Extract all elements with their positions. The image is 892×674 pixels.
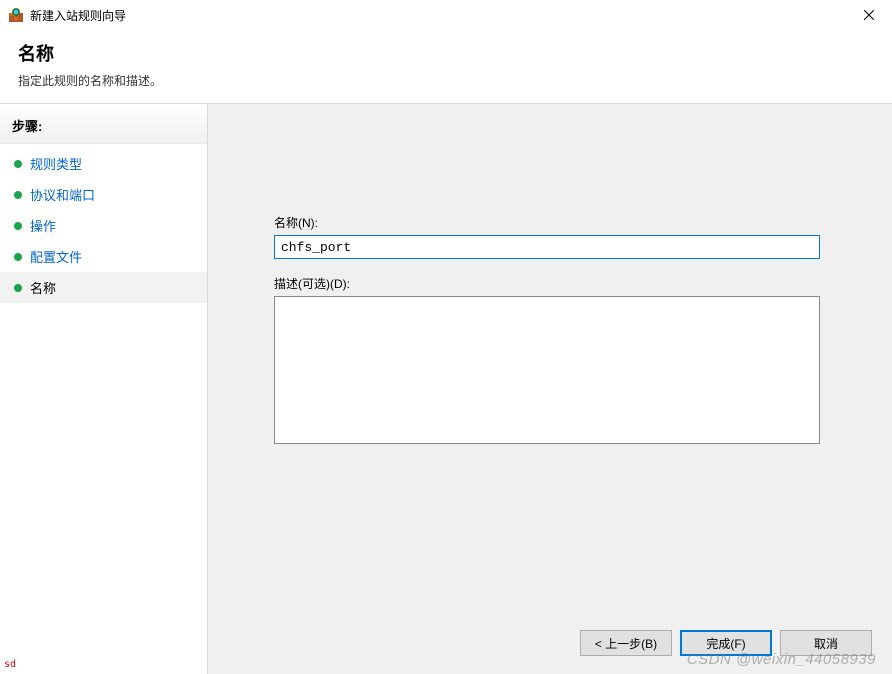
wizard-window: 新建入站规则向导 名称 指定此规则的名称和描述。 步骤: 规则类型 协议和端口: [0, 0, 892, 674]
step-action[interactable]: 操作: [0, 210, 207, 241]
step-protocol-ports[interactable]: 协议和端口: [0, 179, 207, 210]
window-title: 新建入站规则向导: [30, 7, 846, 24]
close-icon: [864, 10, 874, 20]
step-rule-type[interactable]: 规则类型: [0, 148, 207, 179]
step-label: 配置文件: [30, 247, 82, 266]
wizard-body: 步骤: 规则类型 协议和端口 操作 配置文件 名称: [0, 104, 892, 674]
form-area: 名称(N): 描述(可选)(D):: [274, 214, 842, 447]
description-label: 描述(可选)(D):: [274, 275, 842, 292]
steps-sidebar: 步骤: 规则类型 协议和端口 操作 配置文件 名称: [0, 104, 208, 674]
step-label: 规则类型: [30, 154, 82, 173]
wizard-main-panel: 名称(N): 描述(可选)(D): < 上一步(B) 完成(F) 取消: [208, 104, 892, 674]
wizard-button-row: < 上一步(B) 完成(F) 取消: [580, 630, 872, 656]
cancel-button-label: 取消: [814, 635, 838, 652]
bullet-icon: [14, 191, 22, 199]
description-input[interactable]: [274, 296, 820, 444]
titlebar: 新建入站规则向导: [0, 0, 892, 30]
page-title: 名称: [18, 40, 874, 66]
close-button[interactable]: [846, 0, 892, 30]
bullet-icon: [14, 253, 22, 261]
step-label: 名称: [30, 278, 56, 297]
finish-button-label: 完成(F): [706, 635, 745, 652]
name-input[interactable]: [274, 235, 820, 259]
step-label: 协议和端口: [30, 185, 95, 204]
finish-button[interactable]: 完成(F): [680, 630, 772, 656]
bullet-icon: [14, 284, 22, 292]
steps-heading: 步骤:: [0, 110, 207, 144]
bullet-icon: [14, 160, 22, 168]
bullet-icon: [14, 222, 22, 230]
wizard-header: 名称 指定此规则的名称和描述。: [0, 30, 892, 104]
description-label-text: 描述(可选)(D):: [274, 277, 350, 291]
step-name[interactable]: 名称: [0, 272, 207, 303]
firewall-icon: [8, 7, 24, 23]
page-subtitle: 指定此规则的名称和描述。: [18, 72, 874, 89]
name-label: 名称(N):: [274, 214, 842, 231]
corner-text: sd: [4, 659, 16, 670]
name-label-text: 名称(N):: [274, 216, 318, 230]
step-profile[interactable]: 配置文件: [0, 241, 207, 272]
step-label: 操作: [30, 216, 56, 235]
back-button-label: < 上一步(B): [595, 635, 657, 652]
cancel-button[interactable]: 取消: [780, 630, 872, 656]
back-button[interactable]: < 上一步(B): [580, 630, 672, 656]
